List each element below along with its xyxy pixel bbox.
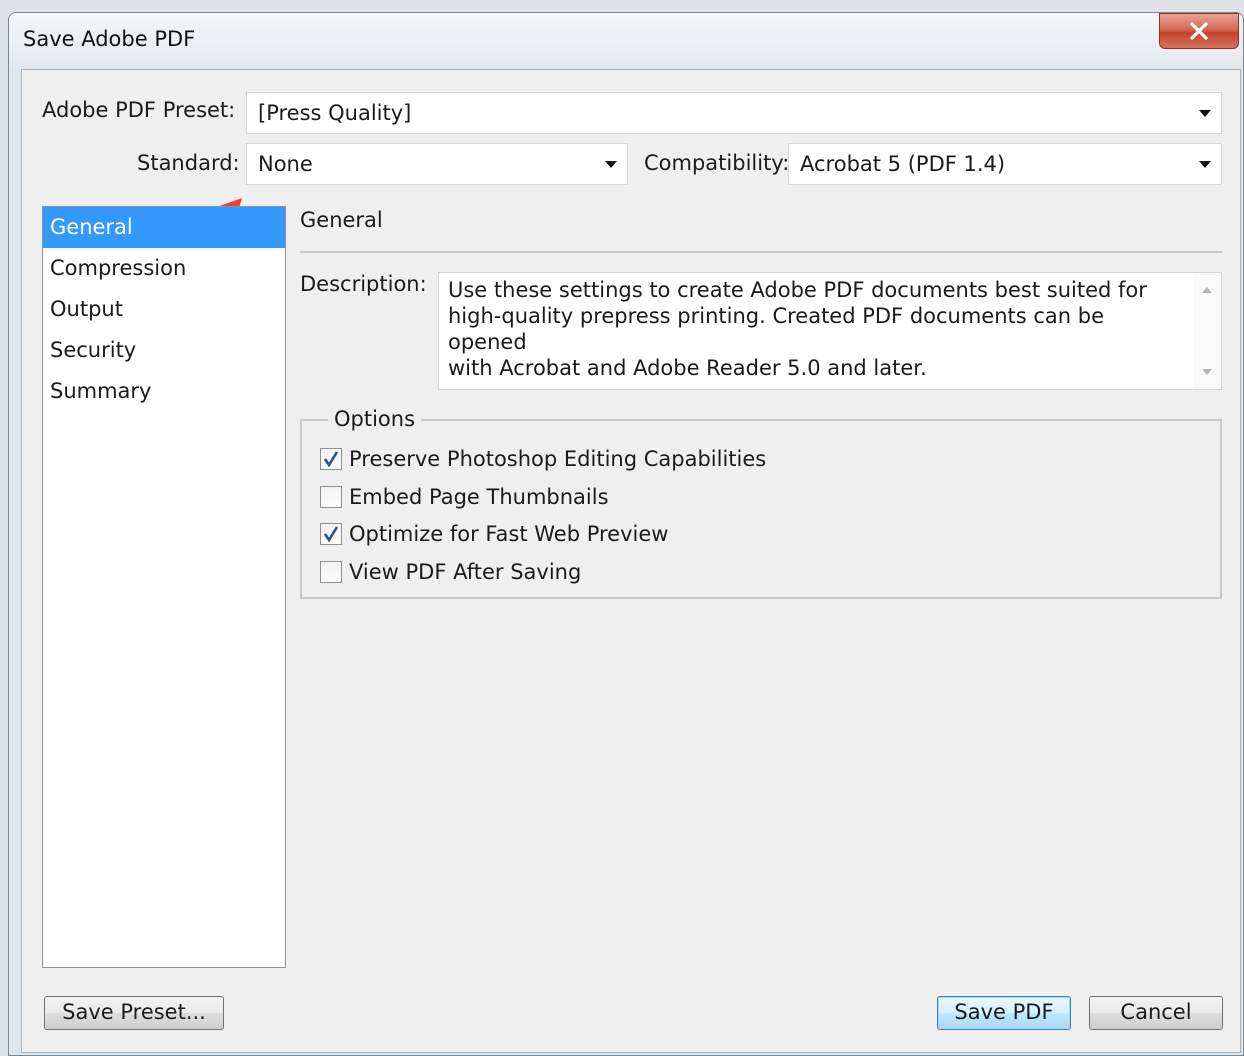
options-group: Options Preserve Photoshop Editing Capab… <box>300 407 1222 599</box>
checkbox[interactable] <box>320 486 342 508</box>
option-preserve-editing[interactable]: Preserve Photoshop Editing Capabilities <box>320 445 766 473</box>
panel-title: General <box>300 208 383 232</box>
divider <box>300 251 1222 253</box>
dialog-content: Adobe PDF Preset: [Press Quality] Standa… <box>21 69 1241 1053</box>
options-legend: Options <box>328 407 422 431</box>
compatibility-dropdown[interactable]: Acrobat 5 (PDF 1.4) <box>788 143 1222 185</box>
checkmark-icon <box>323 526 339 543</box>
preset-value: [Press Quality] <box>258 101 412 125</box>
option-label: Embed Page Thumbnails <box>349 485 609 509</box>
title-bar[interactable]: Save Adobe PDF <box>9 13 1243 68</box>
option-label: Optimize for Fast Web Preview <box>349 522 669 546</box>
option-view-after-saving[interactable]: View PDF After Saving <box>320 558 581 586</box>
chevron-down-icon <box>605 161 617 168</box>
chevron-down-icon <box>1199 110 1211 117</box>
sidebar-item-output[interactable]: Output <box>43 289 285 330</box>
description-field[interactable]: Use these settings to create Adobe PDF d… <box>438 272 1222 390</box>
chevron-down-icon <box>1199 161 1211 168</box>
standard-value: None <box>258 152 313 176</box>
option-label: Preserve Photoshop Editing Capabilities <box>349 447 767 471</box>
checkmark-icon <box>323 451 339 468</box>
preset-label: Adobe PDF Preset: <box>42 98 236 122</box>
window-title: Save Adobe PDF <box>23 27 196 51</box>
checkbox[interactable] <box>320 523 342 545</box>
sidebar-item-general[interactable]: General <box>43 207 285 248</box>
description-scrollbar[interactable] <box>1193 273 1221 389</box>
standard-label: Standard: <box>137 151 240 175</box>
standard-dropdown[interactable]: None <box>246 143 628 185</box>
close-button[interactable] <box>1159 13 1239 49</box>
option-label: View PDF After Saving <box>349 560 582 584</box>
sidebar-item-summary[interactable]: Summary <box>43 371 285 412</box>
option-fast-web-preview[interactable]: Optimize for Fast Web Preview <box>320 520 668 548</box>
description-text: Use these settings to create Adobe PDF d… <box>448 278 1147 380</box>
save-preset-button[interactable]: Save Preset... <box>44 996 224 1030</box>
sidebar-item-security[interactable]: Security <box>43 330 285 371</box>
compatibility-value: Acrobat 5 (PDF 1.4) <box>800 152 1006 176</box>
save-pdf-button[interactable]: Save PDF <box>937 996 1071 1030</box>
preset-dropdown[interactable]: [Press Quality] <box>246 92 1222 134</box>
sidebar-item-compression[interactable]: Compression <box>43 248 285 289</box>
compatibility-label: Compatibility: <box>644 151 790 175</box>
close-icon <box>1190 22 1208 40</box>
checkbox[interactable] <box>320 561 342 583</box>
checkbox[interactable] <box>320 448 342 470</box>
save-pdf-dialog: Save Adobe PDF Adobe PDF Preset: [Press … <box>8 12 1244 1056</box>
description-label: Description: <box>300 272 427 296</box>
category-list[interactable]: General Compression Output Security Summ… <box>42 206 286 968</box>
option-embed-thumbnails[interactable]: Embed Page Thumbnails <box>320 483 609 511</box>
scroll-up-icon <box>1202 287 1212 293</box>
cancel-button[interactable]: Cancel <box>1089 996 1223 1030</box>
scroll-down-icon <box>1202 369 1212 375</box>
